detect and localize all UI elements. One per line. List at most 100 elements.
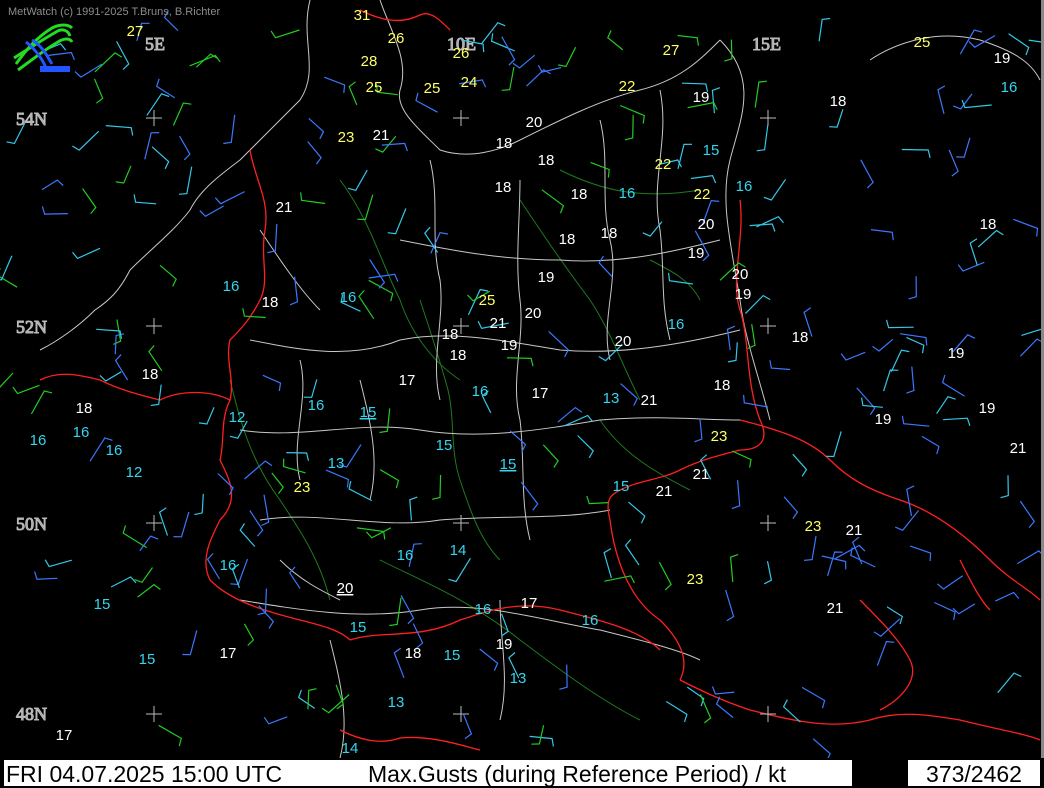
wind-barb [348, 81, 358, 106]
wind-barb [409, 496, 418, 521]
station-value: 18 [601, 225, 618, 242]
station-value: 21 [641, 392, 658, 409]
wind-barb [82, 188, 97, 214]
wind-barb [146, 93, 170, 116]
wind-barb [624, 539, 640, 566]
wind-barb [624, 115, 634, 141]
wind-barb [448, 557, 471, 583]
station-value: 19 [688, 245, 705, 262]
wind-barb [840, 351, 866, 361]
wind-barb [620, 383, 639, 406]
wind-barb [906, 336, 925, 354]
station-value: 26 [388, 30, 405, 47]
wind-barb [206, 553, 221, 580]
wind-barb [959, 29, 983, 55]
wind-barb [41, 179, 64, 191]
wind-barb [885, 319, 914, 329]
wind-barb [194, 493, 204, 516]
station-value: 18 [142, 366, 159, 383]
wind-barb [368, 279, 394, 302]
station-value: 18 [830, 93, 847, 110]
status-counter: 373/2462 [908, 760, 1040, 786]
station-value: 15 [94, 596, 111, 613]
wind-barb [150, 384, 162, 407]
wind-barb [198, 407, 215, 425]
wind-barb [711, 87, 721, 114]
wind-barb [886, 606, 904, 625]
wind-barb [158, 507, 169, 536]
graticule-cross [146, 318, 162, 334]
station-value: 18 [262, 294, 279, 311]
wind-barb [133, 194, 157, 205]
station-value: 21 [1010, 440, 1027, 457]
wind-barb [1013, 218, 1039, 237]
station-value: 20 [615, 333, 632, 350]
lat-label: 52N [16, 317, 47, 337]
graticule-cross [760, 110, 776, 126]
wind-barb [665, 700, 688, 723]
wind-barb [725, 589, 735, 622]
station-value: 23 [711, 428, 728, 445]
station-value: 18 [980, 216, 997, 233]
wind-barb [321, 694, 350, 714]
station-value: 18 [792, 329, 809, 346]
wind-barb [282, 458, 306, 474]
wind-barb [297, 689, 316, 709]
wind-barb [969, 238, 978, 266]
wind-barb [173, 511, 190, 538]
wind-barb [909, 545, 932, 562]
station-value: 23 [294, 479, 311, 496]
station-value: 16 [30, 432, 47, 449]
wind-barb [151, 146, 170, 170]
station-value: 16 [475, 601, 492, 618]
graticule-cross [146, 706, 162, 722]
station-value: 16 [73, 424, 90, 441]
station-value: 16 [106, 442, 123, 459]
wind-barb [598, 255, 613, 278]
wind-barb [699, 694, 712, 724]
station-value: 20 [698, 216, 715, 233]
station-value: 18 [538, 152, 555, 169]
wind-barb [921, 435, 940, 455]
wind-barb [890, 349, 910, 372]
wind-barb [179, 135, 191, 161]
wind-barb [801, 686, 826, 709]
wind-barb [139, 535, 159, 552]
station-value: 24 [461, 74, 478, 91]
map-canvas[interactable]: 5E 10E 15E 54N 52N 50N 48N 31 27 26 26 27 25 19 28 25 2… [0, 0, 1044, 762]
wind-barb [529, 735, 554, 747]
station-value: 16 [308, 397, 325, 414]
station-value: 22 [694, 186, 711, 203]
wind-barb [115, 165, 132, 184]
wind-barb [667, 272, 693, 285]
station-value: 15 [139, 651, 156, 668]
wind-barb [270, 29, 300, 39]
status-datetime: FRI 04.07.2025 15:00 UTC [6, 761, 283, 786]
graticule-cross [146, 515, 162, 531]
wind-barb [501, 613, 509, 637]
wind-barb [432, 474, 442, 500]
metwatch-logo-icon [13, 23, 74, 72]
graticule-cross [453, 515, 469, 531]
station-value: 31 [354, 7, 371, 24]
wind-barb [825, 431, 842, 458]
wind-barb [726, 325, 736, 351]
wind-barb [110, 576, 137, 588]
wind-barb [72, 130, 100, 151]
wind-barb [303, 379, 318, 398]
station-value: 18 [495, 179, 512, 196]
wind-barb [144, 132, 160, 160]
wind-barb [724, 39, 733, 62]
wind-barb [934, 601, 956, 620]
wind-barb [158, 724, 182, 747]
lat-label: 54N [16, 109, 47, 129]
graticule-cross [453, 706, 469, 722]
graticule-cross [760, 515, 776, 531]
station-value: 17 [532, 385, 549, 402]
wind-barb [997, 672, 1022, 694]
wind-barb [381, 142, 408, 152]
station-value: 18 [442, 326, 459, 343]
station-value: 25 [914, 34, 931, 51]
wind-barb [400, 595, 415, 625]
station-value: 13 [510, 670, 527, 687]
